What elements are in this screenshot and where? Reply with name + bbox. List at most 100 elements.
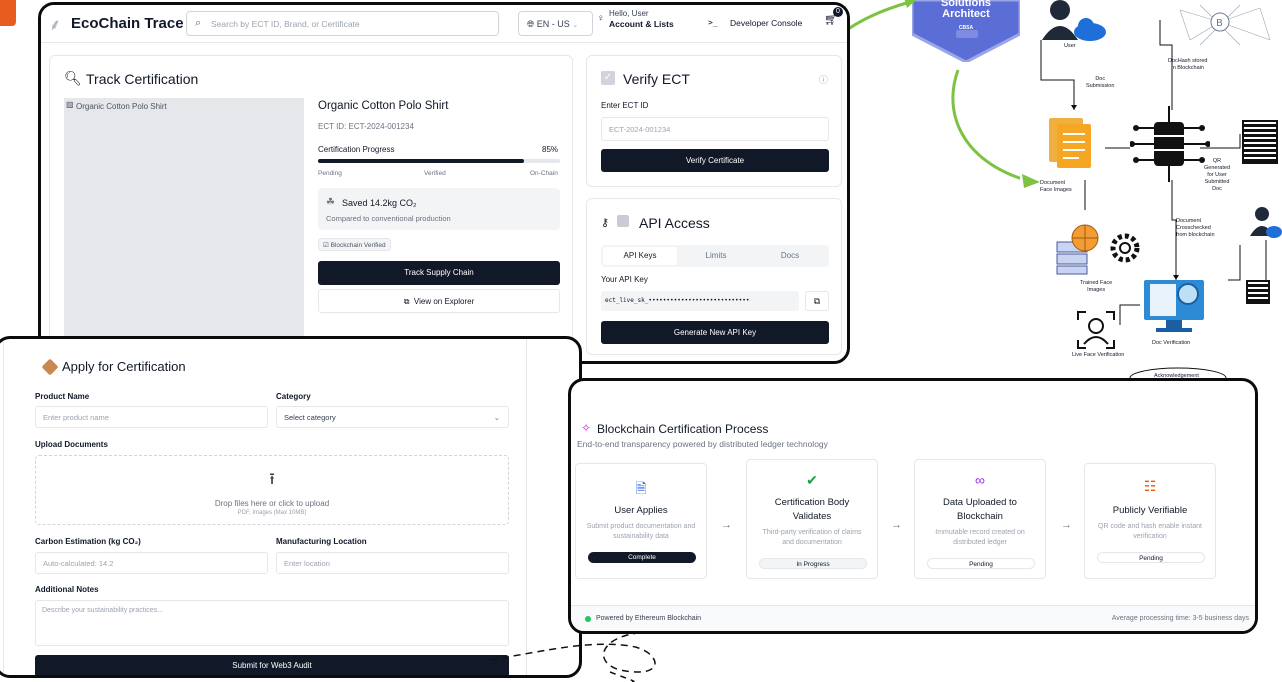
document-cross-label: Document Crosschecked from blockchain	[1176, 218, 1215, 238]
submit-audit-button[interactable]: Submit for Web3 Audit	[35, 655, 509, 675]
arrow-right-icon: →	[891, 519, 902, 531]
language-select[interactable]: 🌐︎ EN - US ⌄	[518, 11, 593, 36]
status-badge: Complete	[588, 552, 696, 563]
api-key-field[interactable]: ect_live_sk_••••••••••••••••••••••••••••	[601, 291, 799, 311]
copy-icon[interactable]: ⧉	[805, 291, 829, 311]
category-select[interactable]: Select category ⌄	[276, 406, 509, 428]
process-footer: Powered by Ethereum Blockchain Average p…	[571, 605, 1255, 631]
product-image: ▨ Organic Cotton Polo Shirt	[64, 98, 304, 340]
search-input[interactable]: ⌕ Search by ECT ID, Brand, or Certificat…	[186, 11, 499, 36]
ect-id-input[interactable]: ECT-2024-001234	[601, 117, 829, 141]
carbon-input[interactable]: Auto-calculated: 14.2	[35, 552, 268, 574]
top-navbar: ⸙ EcoChain Trace ⌕ Search by ECT ID, Bra…	[41, 5, 847, 43]
step-certification-body: ✔︎ Certification Body Validates Third-pa…	[746, 459, 878, 579]
generate-api-key-button[interactable]: Generate New API Key	[601, 321, 829, 344]
view-explorer-button[interactable]: ⧉ View on Explorer	[318, 289, 560, 313]
document-icon: 🗎	[635, 480, 647, 496]
verify-certificate-button[interactable]: Verify Certificate	[601, 149, 829, 172]
account-menu[interactable]: ♀ Hello, User Account & Lists	[597, 9, 674, 30]
check-icon: ☑	[323, 242, 331, 249]
track-certification-card: 🔍︎ Track Certification ▨ Organic Cotton …	[49, 55, 573, 355]
package-icon	[41, 358, 59, 376]
blockchain-verified-badge: ☑ Blockchain Verified	[318, 238, 391, 251]
ecochain-window: ⸙ EcoChain Trace ⌕ Search by ECT ID, Bra…	[38, 2, 850, 364]
step-title: Publicly Verifiable	[1112, 505, 1188, 516]
chevron-down-icon: ⌄	[572, 22, 579, 29]
co2-saving-box: ☘ Saved 14.2kg CO₂ Compared to conventio…	[318, 188, 560, 230]
verify-check-icon: ✓	[601, 71, 615, 85]
search-placeholder: Search by ECT ID, Brand, or Certificate	[211, 19, 360, 29]
user-icon: ♀	[597, 13, 605, 24]
blockchain-network-icon: B	[1179, 4, 1271, 46]
broken-image-icon: ▨	[66, 100, 74, 109]
qr-generated-label: QR Generated for User Submitted Doc	[1204, 158, 1230, 192]
stage-pending: Pending	[318, 170, 342, 177]
step-data-uploaded: ∞ Data Uploaded to Blockchain Immutable …	[914, 459, 1046, 579]
progress-fill	[318, 159, 524, 163]
svg-text:B: B	[1216, 18, 1223, 29]
upload-dropzone[interactable]: ⭱ Drop files here or click to upload PDF…	[35, 455, 509, 525]
leaf-icon: ☘	[326, 197, 335, 208]
user-cloud-icon	[1042, 0, 1106, 41]
progress-track	[318, 159, 560, 163]
cart-button[interactable]: 0 🛒︎	[824, 7, 843, 26]
qr-code-icon	[1242, 120, 1278, 164]
search-icon: ⌕	[195, 17, 202, 29]
track-supply-chain-button[interactable]: Track Supply Chain	[318, 261, 560, 285]
globe-icon: 🌐︎	[527, 19, 535, 29]
upload-subtext: PDF, Images (Max 10MB)	[237, 510, 307, 516]
notes-label: Additional Notes	[35, 585, 99, 594]
product-name-label: Product Name	[35, 392, 90, 401]
link-chain-icon: ✧	[581, 421, 592, 435]
trained-face-label: Trained Face Images	[1080, 280, 1113, 293]
upload-text: Drop files here or click to upload	[214, 499, 330, 508]
document-face-label: Document Face Images	[1040, 180, 1072, 193]
dev-console-label: Developer Console	[730, 18, 803, 28]
location-label: Manufacturing Location	[276, 537, 367, 546]
product-name-input[interactable]: Enter product name	[35, 406, 268, 428]
check-circle-icon: ✔︎	[806, 472, 818, 488]
doc-submission-label: Doc Submission	[1086, 76, 1115, 89]
api-title: API Access	[639, 215, 710, 231]
servers-gear-icon	[1056, 224, 1140, 275]
api-key-label: Your API Key	[601, 275, 648, 284]
brand-title[interactable]: EcoChain Trace	[71, 15, 184, 32]
co2-saved-sub: Compared to conventional production	[326, 214, 451, 223]
qr-code-small-icon	[1246, 280, 1270, 304]
step-desc: Immutable record created on distributed …	[935, 529, 1025, 546]
progress-percent: 85%	[542, 145, 559, 154]
status-badge: Pending	[1097, 552, 1205, 563]
apply-card: Apply for Certification Product Name Ent…	[3, 339, 527, 675]
step-title: Data Uploaded to Blockchain	[943, 497, 1017, 522]
process-window: ✧ Blockchain Certification Process End-t…	[568, 378, 1258, 634]
step-desc: Third-party verification of claims and d…	[762, 529, 862, 546]
location-input[interactable]: Enter location	[276, 552, 509, 574]
info-icon[interactable]: ⓘ	[819, 73, 828, 86]
tab-limits[interactable]: Limits	[679, 247, 753, 265]
step-publicly-verifiable: ☷ Publicly Verifiable QR code and hash e…	[1084, 463, 1216, 579]
footer-right-text: Average processing time: 3-5 business da…	[1111, 615, 1249, 622]
step-title: Certification Body Validates	[774, 497, 850, 522]
upload-label: Upload Documents	[35, 440, 108, 449]
key-icon: ⚷	[601, 217, 610, 229]
language-label: EN - US	[536, 19, 570, 29]
category-label: Category	[276, 392, 311, 401]
magnifier-icon: 🔍︎	[64, 70, 82, 86]
notes-textarea[interactable]: Describe your sustainability practices..…	[35, 600, 509, 646]
green-arrowhead	[1022, 174, 1040, 188]
status-dot-icon	[585, 616, 591, 622]
face-scan-icon	[1077, 311, 1115, 349]
tab-docs[interactable]: Docs	[753, 247, 827, 265]
monitor-icon	[1144, 280, 1204, 332]
verify-ect-card: ✓ Verify ECT ⓘ Enter ECT ID ECT-2024-001…	[586, 55, 842, 187]
step-desc: Submit product documentation and sustain…	[586, 523, 696, 540]
live-face-label: Live Face Verification	[1072, 352, 1125, 358]
step-desc: QR code and hash enable instant verifica…	[1098, 523, 1202, 540]
tab-api-keys[interactable]: API Keys	[603, 247, 677, 265]
process-title: Blockchain Certification Process	[597, 422, 769, 436]
corner-tab	[0, 0, 16, 26]
verify-title: Verify ECT	[623, 71, 690, 87]
chevron-down-icon: ⌄	[493, 412, 500, 422]
database-hub-icon	[1130, 106, 1210, 182]
user-top-label: User	[1064, 43, 1076, 49]
